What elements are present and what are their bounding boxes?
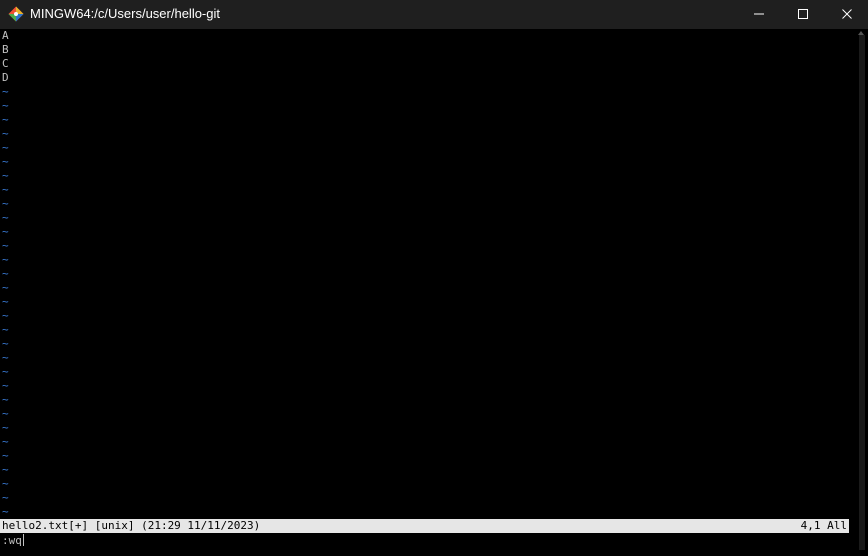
empty-line-marker: ~	[2, 449, 9, 462]
empty-line-marker: ~	[2, 281, 9, 294]
empty-line-marker: ~	[2, 421, 9, 434]
empty-line-marker: ~	[2, 211, 9, 224]
empty-line-marker: ~	[2, 379, 9, 392]
minimize-button[interactable]	[736, 0, 782, 29]
close-button[interactable]	[824, 0, 868, 29]
buffer-line: C	[2, 57, 9, 70]
empty-line-marker: ~	[2, 393, 9, 406]
title-bar[interactable]: MINGW64:/c/Users/user/hello-git	[0, 0, 868, 29]
vim-editor[interactable]: A B C D ~ ~ ~ ~ ~ ~ ~ ~ ~ ~ ~ ~ ~ ~ ~ ~ ~ ~ ~ ~ ~ ~ ~ ~ ~ ~ ~ ~ ~ ~ ~ hell…	[0, 29, 856, 556]
minimize-icon	[754, 13, 764, 15]
empty-line-marker: ~	[2, 309, 9, 322]
empty-line-marker: ~	[2, 407, 9, 420]
maximize-button[interactable]	[780, 0, 826, 29]
empty-line-marker: ~	[2, 85, 9, 98]
empty-line-marker: ~	[2, 491, 9, 504]
empty-line-marker: ~	[2, 141, 9, 154]
empty-line-marker: ~	[2, 169, 9, 182]
terminal-window: MINGW64:/c/Users/user/hello-git A B C D ~ ~ ~ ~…	[0, 0, 868, 556]
empty-line-marker: ~	[2, 267, 9, 280]
close-icon	[842, 9, 852, 19]
empty-line-marker: ~	[2, 463, 9, 476]
empty-line-marker: ~	[2, 253, 9, 266]
git-bash-icon	[8, 6, 24, 22]
empty-line-marker: ~	[2, 337, 9, 350]
buffer-line: B	[2, 43, 9, 56]
empty-line-marker: ~	[2, 477, 9, 490]
buffer-line: D	[2, 71, 9, 84]
empty-line-marker: ~	[2, 113, 9, 126]
empty-line-marker: ~	[2, 505, 9, 518]
empty-line-marker: ~	[2, 127, 9, 140]
buffer-line: A	[2, 29, 9, 42]
vertical-scrollbar[interactable]	[856, 29, 868, 556]
text-cursor	[22, 534, 24, 546]
empty-line-marker: ~	[2, 351, 9, 364]
empty-line-marker: ~	[2, 155, 9, 168]
scrollbar-thumb[interactable]	[859, 35, 865, 550]
empty-line-marker: ~	[2, 183, 9, 196]
vim-command-line[interactable]: :wq	[2, 534, 24, 548]
window-title: MINGW64:/c/Users/user/hello-git	[30, 6, 220, 21]
empty-line-marker: ~	[2, 323, 9, 336]
status-file-info: hello2.txt[+] [unix] (21:29 11/11/2023)	[2, 519, 261, 532]
empty-line-marker: ~	[2, 435, 9, 448]
empty-line-marker: ~	[2, 225, 9, 238]
vim-status-line: hello2.txt[+] [unix] (21:29 11/11/2023) …	[0, 519, 849, 533]
empty-line-marker: ~	[2, 99, 9, 112]
empty-line-marker: ~	[2, 239, 9, 252]
status-cursor-position: 4,1 All	[800, 519, 847, 532]
maximize-icon	[798, 9, 808, 19]
empty-line-marker: ~	[2, 365, 9, 378]
command-text: :wq	[2, 534, 22, 547]
empty-line-marker: ~	[2, 197, 9, 210]
empty-line-marker: ~	[2, 295, 9, 308]
